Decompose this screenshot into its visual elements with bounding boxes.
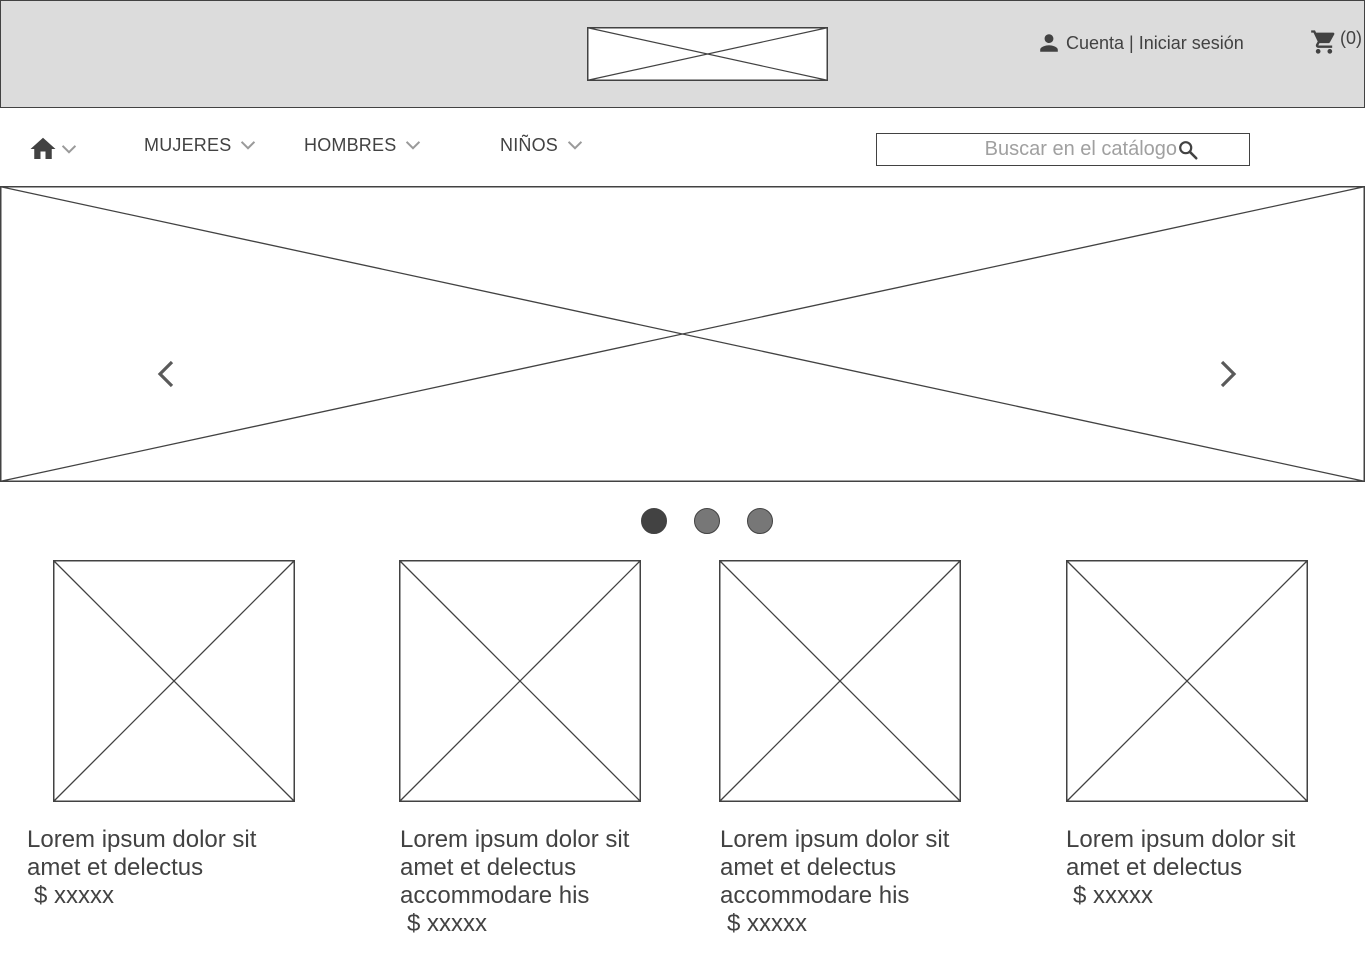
product-description[interactable]: Lorem ipsum dolor sit amet et delectus [27, 826, 287, 882]
carousel-dot-2[interactable] [694, 508, 720, 534]
home-icon [28, 134, 58, 164]
carousel-prev-button[interactable] [152, 356, 180, 392]
product-price: $ xxxxx [1073, 882, 1154, 909]
product-description[interactable]: Lorem ipsum dolor sit amet et delectus a… [400, 826, 660, 910]
nav-item-label: MUJERES [144, 134, 232, 155]
product-image[interactable] [719, 560, 961, 802]
chevron-down-icon [237, 134, 259, 156]
nav-item-ninos[interactable]: NIÑOS [500, 132, 586, 158]
product-card-text: Lorem ipsum dolor sit amet et delectus $… [1066, 826, 1326, 910]
carousel-dot-1[interactable] [641, 508, 667, 534]
carousel-next-button[interactable] [1214, 356, 1242, 392]
search-icon[interactable] [1177, 139, 1199, 161]
nav-item-hombres[interactable]: HOMBRES [304, 132, 424, 158]
chevron-down-icon [402, 134, 424, 156]
product-image[interactable] [53, 560, 295, 802]
cart-count: (0) [1340, 28, 1362, 48]
cart-button[interactable]: (0) [1310, 28, 1362, 56]
product-image[interactable] [399, 560, 641, 802]
product-price: $ xxxxx [727, 910, 808, 937]
product-description[interactable]: Lorem ipsum dolor sit amet et delectus a… [720, 826, 980, 910]
user-icon [1038, 32, 1060, 54]
product-price: $ xxxxx [407, 910, 488, 937]
account-login-link[interactable]: Cuenta | Iniciar sesión [1038, 30, 1244, 56]
product-description[interactable]: Lorem ipsum dolor sit amet et delectus [1066, 826, 1326, 882]
product-price: $ xxxxx [34, 882, 115, 909]
cart-icon [1310, 28, 1338, 56]
logo-placeholder[interactable] [587, 27, 828, 81]
chevron-left-icon [152, 356, 180, 392]
home-menu[interactable] [28, 134, 80, 164]
search-input[interactable] [877, 134, 1177, 165]
account-label: Cuenta | Iniciar sesión [1066, 32, 1244, 53]
product-image[interactable] [1066, 560, 1308, 802]
nav-item-mujeres[interactable]: MUJERES [144, 132, 259, 158]
hero-banner-image [0, 186, 1365, 482]
carousel-dot-3[interactable] [747, 508, 773, 534]
chevron-right-icon [1214, 356, 1242, 392]
search-box [876, 133, 1250, 166]
product-card-text: Lorem ipsum dolor sit amet et delectus a… [720, 826, 980, 938]
product-card-text: Lorem ipsum dolor sit amet et delectus a… [400, 826, 660, 938]
product-card-text: Lorem ipsum dolor sit amet et delectus $… [27, 826, 287, 910]
nav-item-label: NIÑOS [500, 134, 559, 155]
chevron-down-icon [58, 138, 80, 160]
chevron-down-icon [564, 134, 586, 156]
nav-item-label: HOMBRES [304, 134, 397, 155]
